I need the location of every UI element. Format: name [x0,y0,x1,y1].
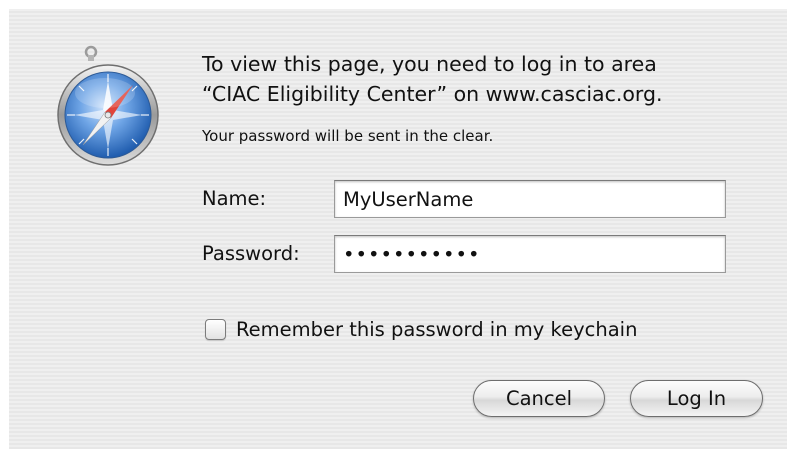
password-warning: Your password will be sent in the clear. [202,127,494,145]
remember-password-option[interactable]: Remember this password in my keychain [205,318,637,341]
message-line-1: To view this page, you need to log in to… [202,52,657,76]
password-field[interactable] [334,235,726,273]
remember-label: Remember this password in my keychain [236,318,638,341]
password-label: Password: [202,242,300,265]
name-label: Name: [202,187,267,210]
message-line-2: “CIAC Eligibility Center” on www.casciac… [202,82,663,106]
name-field[interactable] [334,180,726,218]
login-dialog: To view this page, you need to log in to… [9,9,787,449]
login-message: To view this page, you need to log in to… [202,49,762,109]
safari-compass-icon [53,45,159,169]
remember-checkbox[interactable] [205,319,226,340]
log-in-button[interactable]: Log In [630,380,763,417]
cancel-button[interactable]: Cancel [473,380,605,417]
